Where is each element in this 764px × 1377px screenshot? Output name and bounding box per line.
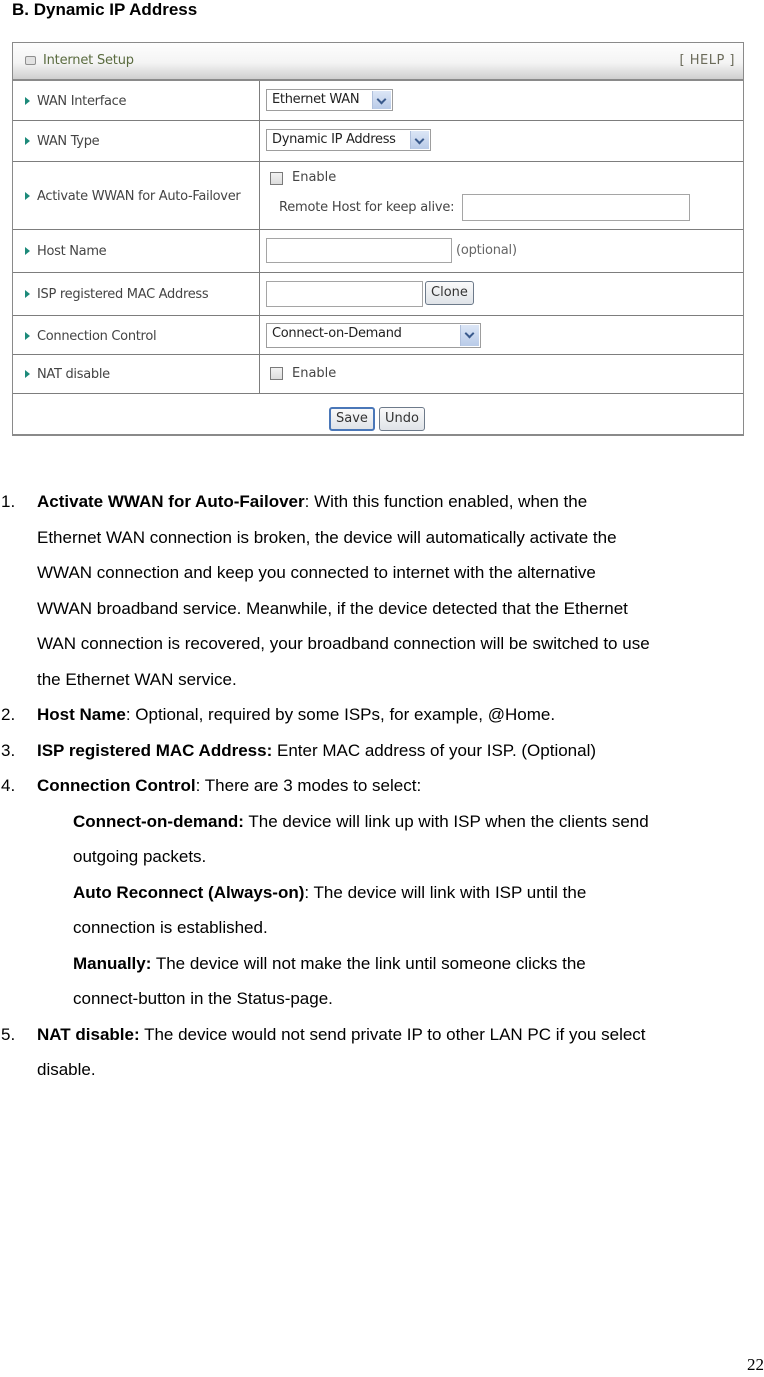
item-separator: : <box>125 705 136 724</box>
arrow-right-icon <box>25 137 30 145</box>
item-text: WWAN connection and keep you connected t… <box>37 563 596 582</box>
wan-type-select[interactable]: Dynamic IP Address <box>266 129 431 151</box>
arrow-right-icon <box>25 332 30 340</box>
mode-text: The device will link up with ISP when th… <box>248 811 649 831</box>
item-term: ISP registered MAC Address: <box>37 740 273 760</box>
item-term: NAT disable: <box>37 1024 140 1044</box>
wan-interface-value: Ethernet WAN <box>272 92 360 107</box>
item-text: the Ethernet WAN service. <box>37 669 237 689</box>
row-mac-address: ISP registered MAC Address Clone <box>13 273 743 316</box>
item-text: disable. <box>37 1060 96 1079</box>
mode-term: Auto Reconnect (Always-on) <box>73 882 305 902</box>
arrow-right-icon <box>25 97 30 105</box>
mode-text: connection is established. <box>73 918 268 937</box>
clone-button[interactable]: Clone <box>425 281 474 305</box>
chevron-down-icon[interactable] <box>460 325 479 346</box>
mode-text: outgoing packets. <box>73 847 207 866</box>
row-auto-failover: Activate WWAN for Auto-Failover Enable R… <box>13 162 743 230</box>
item-text: The device would not send private IP to … <box>144 1024 646 1044</box>
undo-button[interactable]: Undo <box>379 407 425 431</box>
wan-interface-label: WAN Interface <box>37 94 127 109</box>
page-number: 22 <box>747 1355 764 1374</box>
internet-setup-panel: Internet Setup [ HELP ] WAN Interface Et… <box>12 42 744 436</box>
row-actions: Save Undo <box>13 394 743 442</box>
mode-auto-reconnect: Auto Reconnect (Always-on): The device w… <box>0 875 764 946</box>
item-text: With this function enabled, when the <box>314 492 588 511</box>
item-text: Enter MAC address of your ISP. (Optional… <box>276 740 597 760</box>
save-button[interactable]: Save <box>329 407 375 431</box>
host-name-input[interactable] <box>266 238 452 263</box>
item-term: Host Name <box>37 705 126 724</box>
item-separator: : <box>195 776 205 795</box>
auto-failover-enable-label: Enable <box>292 170 337 185</box>
panel-title: Internet Setup <box>43 53 134 68</box>
mode-manually: Manually: The device will not make the l… <box>0 946 764 1017</box>
item-separator: : <box>304 492 315 511</box>
item-number: 1. <box>1 492 16 511</box>
item-number: 3. <box>1 740 16 760</box>
auto-failover-label: Activate WWAN for Auto-Failover <box>37 189 241 204</box>
connection-control-value: Connect-on-Demand <box>272 326 402 341</box>
nat-disable-enable-label: Enable <box>292 366 337 381</box>
nat-disable-checkbox[interactable] <box>270 367 283 380</box>
panel-header: Internet Setup [ HELP ] <box>13 43 743 81</box>
arrow-right-icon <box>25 247 30 255</box>
arrow-right-icon <box>25 370 30 378</box>
row-host-name: Host Name (optional) <box>13 230 743 273</box>
mode-text: The device will not make the link until … <box>155 953 586 973</box>
host-name-label: Host Name <box>37 244 107 259</box>
connection-control-label: Connection Control <box>37 329 157 344</box>
mode-connect-on-demand: Connect-on-demand: The device will link … <box>0 804 764 875</box>
row-connection-control: Connection Control Connect-on-Demand <box>13 316 743 355</box>
host-name-hint: (optional) <box>456 243 517 258</box>
item-text: Optional, required by some ISPs, for exa… <box>135 705 556 724</box>
row-nat-disable: NAT disable Enable <box>13 355 743 394</box>
list-item-host-name: 2. Host Name: Optional, required by some… <box>0 697 764 733</box>
mode-term: Connect-on-demand: <box>73 811 244 831</box>
item-term: Activate WWAN for Auto-Failover <box>37 492 305 511</box>
wan-interface-select[interactable]: Ethernet WAN <box>266 89 393 111</box>
item-term: Connection Control <box>37 776 196 795</box>
row-wan-type: WAN Type Dynamic IP Address <box>13 121 743 162</box>
arrow-right-icon <box>25 290 30 298</box>
mode-term: Manually: <box>73 953 152 973</box>
section-title: B. Dynamic IP Address <box>12 0 198 19</box>
item-number: 2. <box>1 705 16 724</box>
list-item-connection-control: 4. Connection Control: There are 3 modes… <box>0 768 764 804</box>
wan-type-value: Dynamic IP Address <box>272 132 396 147</box>
mode-text: The device will link with ISP until the <box>313 882 587 902</box>
item-text: Ethernet WAN connection is broken, the d… <box>37 527 617 547</box>
section-icon <box>25 56 36 65</box>
remote-host-label: Remote Host for keep alive: <box>279 200 455 215</box>
arrow-right-icon <box>25 192 30 200</box>
mac-address-label: ISP registered MAC Address <box>37 287 209 302</box>
connection-control-select[interactable]: Connect-on-Demand <box>266 323 481 348</box>
item-number: 4. <box>1 776 16 795</box>
nat-disable-label: NAT disable <box>37 367 110 382</box>
mac-address-input[interactable] <box>266 281 423 307</box>
item-number: 5. <box>1 1024 16 1044</box>
description-list: 1. Activate WWAN for Auto-Failover: With… <box>0 484 764 1088</box>
help-link[interactable]: [ HELP ] <box>680 53 735 68</box>
mode-text: connect-button in the Status-page. <box>73 989 333 1008</box>
item-text: WAN connection is recovered, your broadb… <box>37 634 650 653</box>
auto-failover-checkbox[interactable] <box>270 172 283 185</box>
list-item-nat-disable: 5. NAT disable: The device would not sen… <box>0 1017 764 1088</box>
list-item-mac-address: 3. ISP registered MAC Address: Enter MAC… <box>0 733 764 769</box>
list-item-auto-failover: 1. Activate WWAN for Auto-Failover: With… <box>0 484 764 697</box>
chevron-down-icon[interactable] <box>410 131 429 149</box>
item-separator: : <box>304 882 314 902</box>
remote-host-input[interactable] <box>462 194 690 221</box>
row-wan-interface: WAN Interface Ethernet WAN <box>13 81 743 121</box>
item-text: There are 3 modes to select: <box>204 776 422 795</box>
wan-type-label: WAN Type <box>37 134 100 149</box>
chevron-down-icon[interactable] <box>372 91 391 109</box>
item-text: WWAN broadband service. Meanwhile, if th… <box>37 598 628 618</box>
